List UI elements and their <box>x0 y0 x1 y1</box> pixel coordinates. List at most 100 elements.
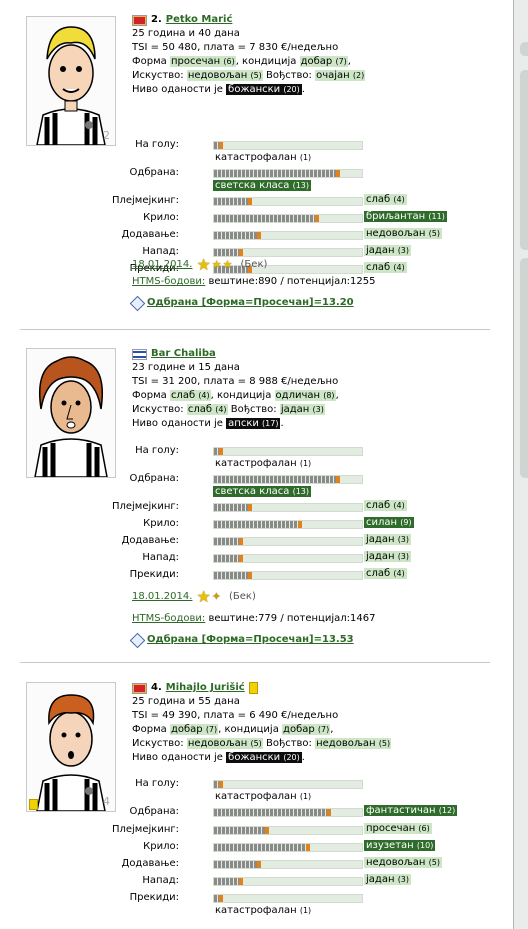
leadership-value: очајан <box>316 70 350 81</box>
divider <box>20 662 490 663</box>
skill-value: катастрофалан (1) <box>215 458 312 469</box>
skill-row: Одбрана: фантастичан (12) <box>130 805 472 819</box>
player-name-link[interactable]: Bar Chaliba <box>151 347 216 361</box>
skill-row: Крило: изузетан (10) <box>132 840 472 854</box>
player-info: 4. Mihajlo Jurišić 25 година и 55 дана T… <box>132 681 392 763</box>
form-rating-link[interactable]: Одбрана [Форма=Просечан]=13.53 <box>147 633 354 647</box>
skill-label: Прекиди: <box>129 569 179 580</box>
date-link[interactable]: 18.01.2014. <box>132 258 192 272</box>
skill-value: светска класа (13) <box>213 180 312 191</box>
skill-value: светска класа (13) <box>213 486 312 497</box>
page-scrollbar[interactable] <box>514 0 528 929</box>
skill-label: Напад: <box>142 875 179 886</box>
skill-label: Додавање: <box>121 229 180 240</box>
formation-icon <box>129 295 146 311</box>
shirt-number: 4 <box>103 795 110 808</box>
skill-label: Одбрана: <box>129 167 179 178</box>
player-avatar: 4 <box>26 682 116 812</box>
star-icon: ★ <box>211 258 222 271</box>
skill-bar <box>213 808 363 817</box>
leadership-value: јадан <box>280 404 310 415</box>
skill-value: слаб (4) <box>364 500 407 511</box>
skill-row: Крило: силан (9) <box>132 517 472 531</box>
yellow-card-icon <box>248 682 258 694</box>
date-link[interactable]: 18.01.2014. <box>132 590 192 604</box>
htms-value: вештине:779 / потенцијал:1467 <box>208 613 376 624</box>
skill-row: Додавање: недовољан (5) <box>122 857 472 871</box>
skill-row: Крило: бриљантан (11) <box>132 211 472 225</box>
tsi-line: TSI = 50 480, плата = 7 830 €/недељно <box>132 42 339 53</box>
skill-row: Додавање: јадан (3) <box>122 534 472 548</box>
skill-row: Плејмејкинг: слаб (4) <box>112 194 472 208</box>
yellow-card-icon <box>29 799 38 810</box>
skill-value: недовољан (5) <box>364 228 442 239</box>
skill-row: На голу: катастрофалан (1) <box>132 444 472 469</box>
scrollbar-thumb[interactable] <box>520 70 528 250</box>
skill-label: Плејмејкинг: <box>111 824 179 835</box>
skill-value: јадан (3) <box>364 874 412 885</box>
form-rating-link[interactable]: Одбрана [Форма=Просечан]=13.20 <box>147 296 354 310</box>
skill-value: катастрофалан (1) <box>215 791 312 802</box>
skill-value: фантастичан (12) <box>364 805 458 816</box>
rating-stars: ★ ★ ★ <box>196 257 233 273</box>
skill-row: Прекиди: слаб (4) <box>129 568 472 582</box>
skill-row: Додавање: недовољан (5) <box>122 228 472 242</box>
experience-value: недовољан <box>187 738 248 749</box>
skill-row: Одбрана: светска класа (13) <box>129 166 472 191</box>
skill-bar <box>213 231 363 240</box>
skill-bar <box>213 826 363 835</box>
star-icon: ★ <box>222 258 233 271</box>
skill-bar <box>213 169 363 178</box>
rating-stars: ★ ✦ <box>196 587 221 606</box>
country-flag-icon <box>132 682 147 694</box>
experience-value: слаб <box>187 404 213 415</box>
skill-bar <box>213 860 363 869</box>
skill-value: изузетан (10) <box>364 840 436 851</box>
form-value: просечан <box>170 56 221 67</box>
player-number: 4. <box>151 682 162 693</box>
player-age: 23 године и 15 дана <box>132 362 240 373</box>
loyalty-value: божански <box>228 752 281 763</box>
player-info: Bar Chaliba 23 године и 15 дана TSI = 31… <box>132 347 339 429</box>
skill-value: просечан (6) <box>364 823 432 834</box>
htms-link[interactable]: HTMS-бодови: <box>132 276 205 287</box>
loyalty-value: божански <box>228 84 281 95</box>
player-meta: 18.01.2014. ★ ✦ (Бек) HTMS-бодови: вешти… <box>129 587 376 648</box>
skill-value: недовољан (5) <box>364 857 442 868</box>
leadership-value: недовољан <box>316 738 376 749</box>
skill-value: слаб (4) <box>364 568 407 579</box>
player-name-link[interactable]: Petko Marić <box>166 13 233 27</box>
skill-row: Плејмејкинг: просечан (6) <box>112 823 472 837</box>
skill-label: Прекиди: <box>129 892 179 903</box>
star-icon: ★ <box>196 587 211 606</box>
htms-link[interactable]: HTMS-бодови: <box>132 613 205 624</box>
skill-label: Додавање: <box>121 858 180 869</box>
skill-bar <box>213 197 363 206</box>
formation-icon <box>129 632 146 648</box>
position-label: (Бек) <box>229 591 256 602</box>
skill-label: Одбрана: <box>129 473 179 484</box>
skill-row: Одбрана: светска класа (13) <box>129 472 472 497</box>
player-avatar <box>26 348 116 478</box>
skill-label: Крило: <box>143 841 179 852</box>
player-age: 25 година и 40 дана <box>132 28 240 39</box>
players-panel: 2 2. Petko Marić 25 година и 40 дана TSI… <box>0 0 514 929</box>
skill-bar <box>213 537 363 546</box>
skill-bar <box>213 780 363 789</box>
skill-value: јадан (3) <box>364 534 412 545</box>
form-value: добар <box>170 724 203 735</box>
skill-bar <box>213 214 363 223</box>
condition-value: добар <box>300 56 333 67</box>
player-name-link[interactable]: Mihajlo Jurišić <box>166 681 245 695</box>
loyalty-value: апски <box>228 418 259 429</box>
player-meta: 18.01.2014. ★ ★ ★ (Бек) HTMS-бодови: веш… <box>129 256 375 311</box>
skill-label: Плејмејкинг: <box>111 501 179 512</box>
skill-bar <box>213 894 363 903</box>
condition-value: добар <box>283 724 315 735</box>
country-flag-icon <box>132 14 147 26</box>
skill-bar <box>213 503 363 512</box>
player-info: 2. Petko Marić 25 година и 40 дана TSI =… <box>132 13 366 95</box>
skill-label: Напад: <box>142 552 179 563</box>
skill-value: силан (9) <box>364 517 414 528</box>
skill-bar <box>213 554 363 563</box>
